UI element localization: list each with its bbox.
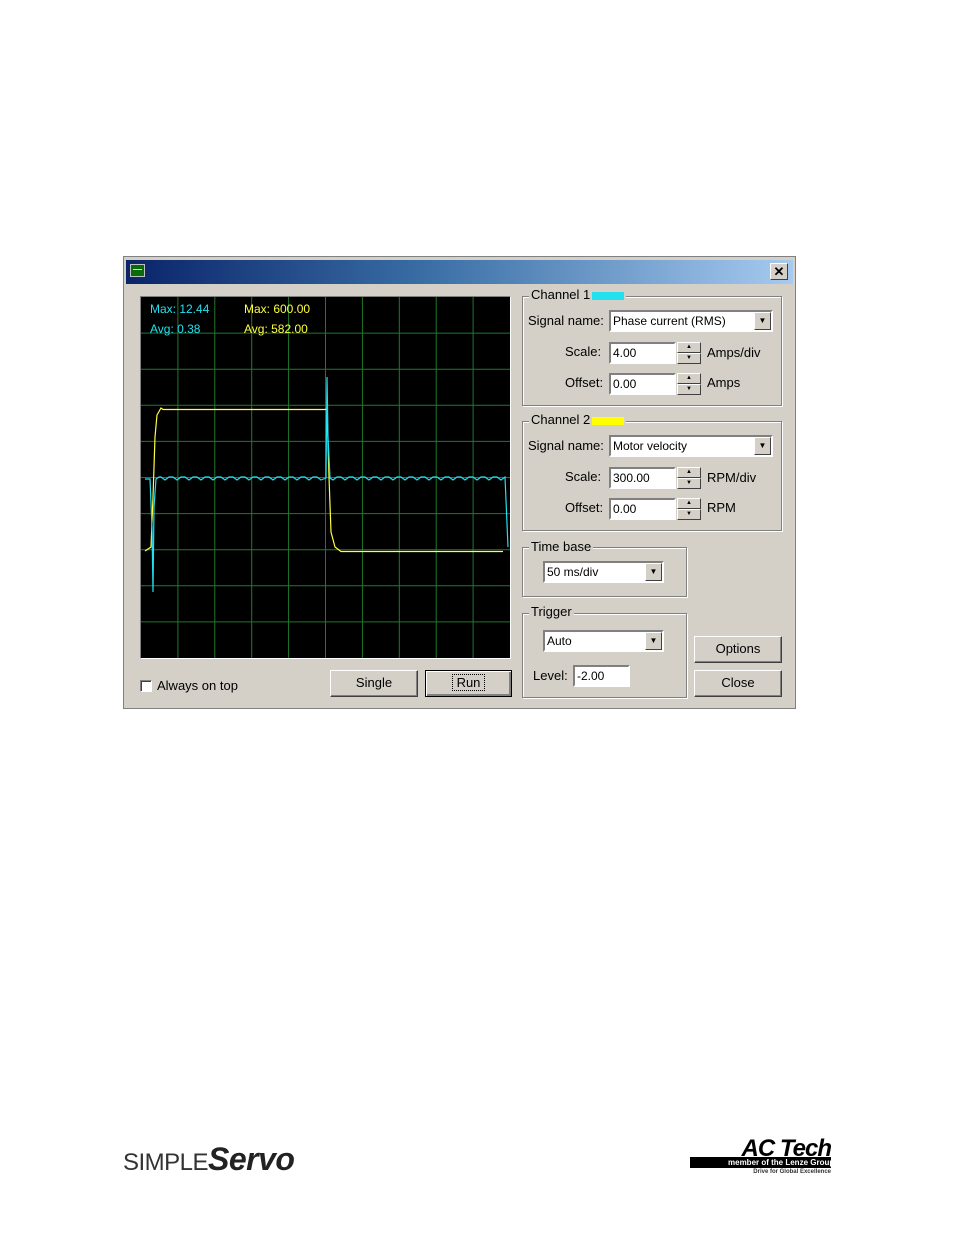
scope-display: Max: 12.44 Avg: 0.38 Max: 600.00 Avg: 58…: [140, 296, 511, 659]
chevron-down-icon[interactable]: ▼: [754, 312, 771, 330]
single-button[interactable]: Single: [330, 670, 418, 697]
channel1-title: Channel 1: [529, 287, 627, 302]
spin-down-icon[interactable]: ▼: [677, 478, 701, 489]
ch1-scale-input[interactable]: 4.00: [609, 342, 676, 364]
oscilloscope-window: ✕ Max: 12.44 Avg: 0.38 Max: 600.00 Avg: …: [123, 256, 796, 709]
ch2-offset-spinner[interactable]: ▲ ▼: [677, 498, 701, 521]
ch2-scale-label: Scale:: [565, 469, 602, 484]
timebase-select[interactable]: 50 ms/div ▼: [543, 561, 664, 583]
run-label: Run: [451, 674, 486, 691]
spin-up-icon[interactable]: ▲: [677, 373, 701, 384]
close-icon: ✕: [773, 264, 785, 279]
channel2-title-text: Channel 2: [531, 412, 591, 427]
window-close-button[interactable]: ✕: [770, 263, 788, 280]
oscilloscope-app-icon[interactable]: [130, 264, 145, 277]
ch1-max-readout: Max: 12.44: [150, 302, 210, 316]
always-on-top-label: Always on top: [157, 678, 238, 693]
ch2-scale-unit: RPM/div: [707, 470, 757, 485]
ch1-avg-readout: Avg: 0.38: [150, 322, 201, 336]
logo-simple-text: SIMPLE: [123, 1149, 209, 1176]
channel1-title-text: Channel 1: [531, 287, 591, 302]
ch1-scale-spinner[interactable]: ▲ ▼: [677, 342, 701, 365]
trigger-level-input[interactable]: -2.00: [573, 665, 630, 687]
ch2-offset-unit: RPM: [707, 500, 736, 515]
spin-down-icon[interactable]: ▼: [677, 509, 701, 520]
actech-member-text: member of the Lenze Group: [690, 1157, 834, 1168]
ch1-scale-unit: Amps/div: [707, 345, 761, 360]
spin-up-icon[interactable]: ▲: [677, 342, 701, 353]
always-on-top-checkbox[interactable]: [140, 680, 152, 692]
close-button[interactable]: Close: [694, 670, 782, 697]
ch2-signal-value: Motor velocity: [613, 439, 688, 453]
ch2-avg-readout: Avg: 582.00: [244, 322, 308, 336]
ch1-signal-select[interactable]: Phase current (RMS) ▼: [609, 310, 773, 332]
timebase-title: Time base: [529, 539, 594, 554]
spin-up-icon[interactable]: ▲: [677, 467, 701, 478]
options-button[interactable]: Options: [694, 636, 782, 663]
spin-up-icon[interactable]: ▲: [677, 498, 701, 509]
actech-logo: AC Tech member of the Lenze Group Drive …: [690, 1135, 834, 1177]
spin-down-icon[interactable]: ▼: [677, 384, 701, 395]
ch1-offset-unit: Amps: [707, 375, 741, 390]
logo-servo-text: Servo: [208, 1141, 295, 1177]
timebase-value: 50 ms/div: [547, 565, 599, 579]
title-bar[interactable]: ✕: [126, 260, 793, 284]
ch2-signal-label: Signal name:: [528, 438, 604, 453]
channel1-color-swatch: [592, 291, 625, 300]
simpleservo-logo: SIMPLEServo: [123, 1141, 295, 1178]
ch2-signal-select[interactable]: Motor velocity ▼: [609, 435, 773, 457]
ch2-trace: [144, 407, 503, 553]
channel2-title: Channel 2: [529, 412, 627, 427]
ch1-offset-input[interactable]: 0.00: [609, 373, 676, 395]
ch1-offset-label: Offset:: [565, 375, 604, 390]
trigger-level-label: Level:: [533, 668, 568, 683]
trigger-mode-value: Auto: [547, 634, 572, 648]
run-button[interactable]: Run: [425, 670, 512, 697]
ch2-max-readout: Max: 600.00: [244, 302, 311, 316]
ch1-scale-label: Scale:: [565, 344, 602, 359]
spin-down-icon[interactable]: ▼: [677, 353, 701, 364]
trigger-mode-select[interactable]: Auto ▼: [543, 630, 664, 652]
ch2-offset-input[interactable]: 0.00: [609, 498, 676, 520]
ch1-signal-value: Phase current (RMS): [613, 314, 726, 328]
scope-plot: [141, 297, 510, 658]
chevron-down-icon[interactable]: ▼: [645, 563, 662, 581]
ch2-scale-spinner[interactable]: ▲ ▼: [677, 467, 701, 490]
channel2-color-swatch: [592, 416, 625, 425]
ch2-offset-label: Offset:: [565, 500, 604, 515]
ch2-scale-input[interactable]: 300.00: [609, 467, 676, 489]
chevron-down-icon[interactable]: ▼: [645, 632, 662, 650]
ch1-signal-label: Signal name:: [528, 313, 604, 328]
ch1-offset-spinner[interactable]: ▲ ▼: [677, 373, 701, 396]
chevron-down-icon[interactable]: ▼: [754, 437, 771, 455]
actech-slogan-text: Drive for Global Excellence: [753, 1169, 831, 1175]
trigger-title: Trigger: [529, 604, 574, 619]
